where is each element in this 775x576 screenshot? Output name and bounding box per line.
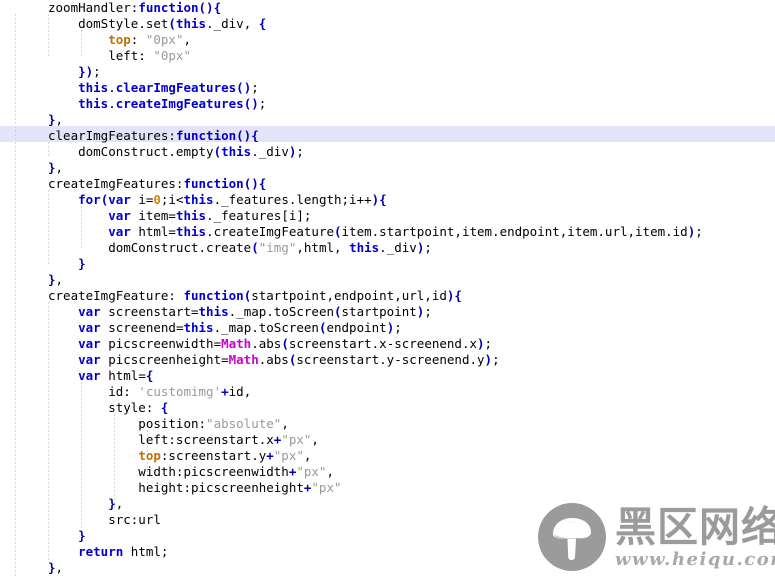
code-line: clearImgFeatures:function(){ <box>48 128 259 143</box>
code-line: var screenstart=this._map.toScreen(start… <box>78 304 432 319</box>
code-line: } <box>78 256 86 271</box>
code-line: for(var i=0;i<this._features.length;i++)… <box>78 192 387 207</box>
code-line: left: "0px" <box>48 48 191 63</box>
code-line: }); <box>78 64 101 79</box>
code-line: var picscreenwidth=Math.abs(screenstart.… <box>78 336 493 351</box>
code-line: top:screenstart.y+"px", <box>138 448 312 463</box>
code-line: height:picscreenheight+"px" <box>48 480 342 495</box>
code-line: position:"absolute", <box>48 416 289 431</box>
code-line: width:picscreenwidth+"px", <box>48 464 334 479</box>
code-line: domStyle.set(this._div, { <box>48 16 267 31</box>
code-line: var html={ <box>78 368 154 383</box>
code-line: createImgFeatures:function(){ <box>48 176 267 191</box>
code-line: domConstruct.empty(this._div); <box>48 144 304 159</box>
code-line: createImgFeature: function(startpoint,en… <box>48 288 462 303</box>
watermark-url: www.heiqu.com <box>615 549 775 570</box>
code-line: var html=this.createImgFeature(item.star… <box>108 224 703 239</box>
code-line: domConstruct.create("img",html, this._di… <box>48 240 432 255</box>
watermark: 黑区网络 www.heiqu.com <box>538 503 775 571</box>
code-line: }, <box>48 160 64 175</box>
mushroom-icon <box>538 503 606 571</box>
code-line: left:screenstart.x+"px", <box>48 432 319 447</box>
code-line: top: "0px", <box>108 32 192 47</box>
code-line: style: { <box>48 400 169 415</box>
code-editor-view: zoomHandler:function(){ domStyle.set(thi… <box>0 0 775 576</box>
code-line: id: 'customimg'+id, <box>48 384 252 399</box>
code-line: }, <box>48 112 64 127</box>
code-line: this.clearImgFeatures(); <box>78 80 259 95</box>
code-line: var picscreenheight=Math.abs(screenstart… <box>78 352 500 367</box>
code-line: var screenend=this._map.toScreen(endpoin… <box>78 320 402 335</box>
watermark-text: 黑区网络 www.heiqu.com <box>615 505 775 569</box>
watermark-brand: 黑区网络 <box>615 503 775 551</box>
code-line: this.createImgFeatures(); <box>78 96 267 111</box>
code-line: }, <box>48 272 64 287</box>
code-line: var item=this._features[i]; <box>108 208 312 223</box>
code-line: zoomHandler:function(){ <box>48 0 222 15</box>
source-code[interactable]: zoomHandler:function(){ domStyle.set(thi… <box>0 0 703 576</box>
